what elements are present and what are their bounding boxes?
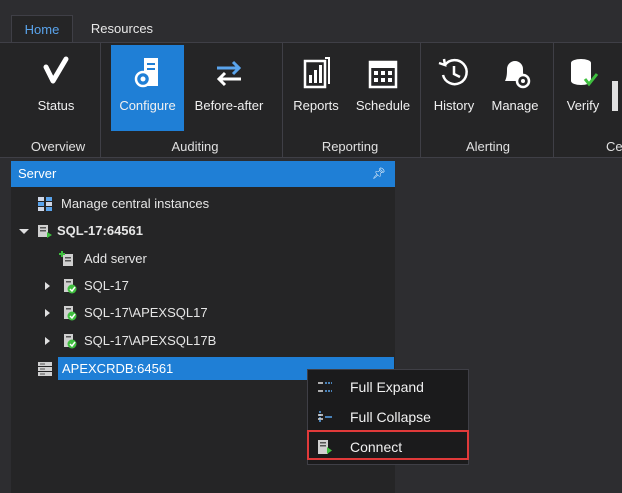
group-separator xyxy=(553,43,554,157)
before-after-label: Before-after xyxy=(194,98,264,113)
central-instances-icon xyxy=(38,197,52,211)
reports-icon xyxy=(303,57,330,89)
configure-button[interactable]: Configure xyxy=(111,45,184,131)
sql-instance-icon xyxy=(64,306,77,321)
server-icon xyxy=(38,225,52,238)
bell-gear-icon xyxy=(505,61,531,89)
group-label-truncated: Ce xyxy=(606,139,622,154)
swap-arrows-icon xyxy=(216,60,242,87)
tree-item-label: Manage central instances xyxy=(61,196,210,211)
menu-item-full-collapse[interactable]: Full Collapse xyxy=(308,402,468,432)
reports-label: Reports xyxy=(293,98,339,113)
tree-item-label: SQL-17:64561 xyxy=(57,223,143,238)
add-server-icon xyxy=(59,251,73,266)
configure-server-gear-icon xyxy=(134,58,158,88)
checkmark-icon xyxy=(43,56,69,84)
pin-icon[interactable]: 📌︎ xyxy=(372,167,386,180)
collapsed-arrow-icon[interactable] xyxy=(45,309,50,317)
tree-item-label: SQL-17\APEXSQL17 xyxy=(84,305,208,320)
tree-item-label: SQL-17 xyxy=(84,278,129,293)
expanded-arrow-icon[interactable] xyxy=(19,229,29,234)
tab-home[interactable]: Home xyxy=(11,15,73,44)
collapsed-arrow-icon[interactable] xyxy=(45,282,50,290)
verify-label: Verify xyxy=(566,98,600,113)
history-label: History xyxy=(433,98,475,113)
database-check-icon xyxy=(571,59,599,87)
schedule-label: Schedule xyxy=(355,98,411,113)
group-label-reporting: Reporting xyxy=(321,139,379,154)
server-rack-icon xyxy=(38,362,52,376)
collapse-all-icon xyxy=(318,411,332,423)
sql-instance-icon xyxy=(64,279,77,294)
history-button[interactable]: History xyxy=(426,45,482,131)
status-label: Status xyxy=(37,98,75,113)
connect-highlight-box xyxy=(307,430,469,460)
sql-instance-icon xyxy=(64,334,77,349)
server-panel-title: Server xyxy=(18,166,57,181)
group-label-overview: Overview xyxy=(30,139,86,154)
before-after-button[interactable]: Before-after xyxy=(188,45,270,131)
configure-label: Configure xyxy=(119,98,176,113)
cut-off-button xyxy=(612,73,622,123)
manage-alerts-button[interactable]: Manage xyxy=(487,45,543,131)
server-panel-header: Server 📌︎ xyxy=(11,161,395,187)
verify-button[interactable]: Verify xyxy=(558,45,608,131)
group-separator xyxy=(100,43,101,157)
history-clock-icon xyxy=(438,58,468,86)
reports-button[interactable]: Reports xyxy=(288,45,344,131)
expand-all-icon xyxy=(318,382,332,392)
schedule-button[interactable]: Schedule xyxy=(352,45,414,131)
manage-label: Manage xyxy=(491,98,539,113)
tree-item-label: SQL-17\APEXSQL17B xyxy=(84,333,217,348)
tree-item-label: APEXCRDB:64561 xyxy=(62,361,174,376)
ribbon-tab-bar: Home Resources xyxy=(0,0,622,44)
group-separator xyxy=(420,43,421,157)
collapsed-arrow-icon[interactable] xyxy=(45,337,50,345)
calendar-icon xyxy=(368,60,398,89)
tab-resources[interactable]: Resources xyxy=(79,15,165,42)
menu-item-full-expand[interactable]: Full Expand xyxy=(308,372,468,402)
tree-item-label: Add server xyxy=(84,251,147,266)
menu-item-label: Full Expand xyxy=(350,379,424,395)
ribbon: Status Configure Before-after Reports Sc… xyxy=(0,42,622,158)
group-label-alerting: Alerting xyxy=(465,139,511,154)
menu-item-label: Full Collapse xyxy=(350,409,431,425)
group-separator xyxy=(282,43,283,157)
status-button[interactable]: Status xyxy=(20,45,92,131)
group-label-auditing: Auditing xyxy=(171,139,219,154)
